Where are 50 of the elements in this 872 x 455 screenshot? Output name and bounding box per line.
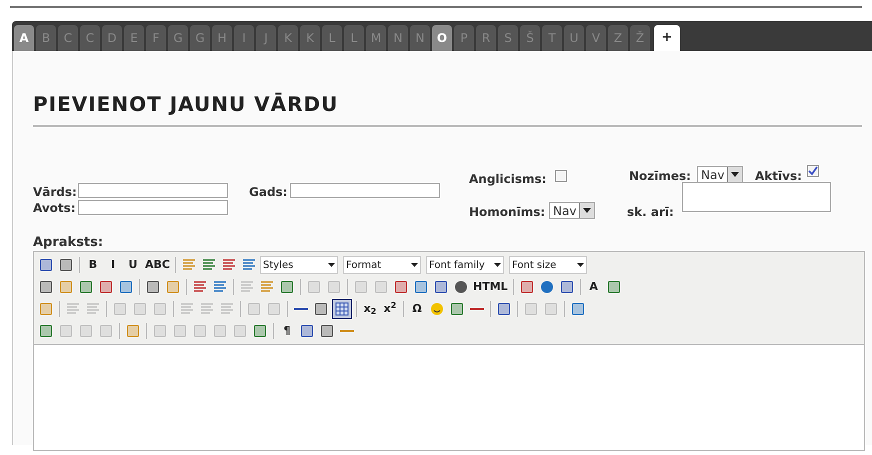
align-center-icon[interactable]: [200, 257, 217, 273]
select-dropdown[interactable]: Format: [342, 256, 421, 274]
letter-tab[interactable]: A: [14, 25, 34, 51]
toolbar-button[interactable]: x$_{2}$: [361, 300, 379, 318]
field-label: Nozīmes:: [629, 168, 691, 184]
smiley-icon[interactable]: [429, 301, 445, 317]
numbered-list-icon[interactable]: [212, 279, 228, 295]
toolbar-button[interactable]: I: [104, 256, 122, 274]
justify-icon[interactable]: [240, 257, 257, 273]
caret-icon: [583, 208, 592, 213]
toolbar-button[interactable]: Ω: [408, 300, 426, 318]
checkbox[interactable]: [807, 165, 819, 177]
select-dropdown[interactable]: Nav: [549, 202, 596, 219]
field-label: Avots:: [33, 200, 76, 216]
toolbar-button[interactable]: A: [584, 278, 603, 296]
indent-icon[interactable]: [259, 279, 275, 295]
add-tab[interactable]: +: [654, 25, 680, 51]
field-label: Aktīvs:: [755, 168, 802, 184]
toolbar-button[interactable]: x$^{2}$: [381, 300, 399, 318]
align-right-icon[interactable]: [220, 257, 237, 273]
select-dropdown[interactable]: Styles: [260, 256, 338, 274]
checkbox[interactable]: [555, 170, 567, 182]
toolbar-button[interactable]: U: [124, 256, 142, 274]
field-label: Anglicisms:: [469, 171, 546, 187]
field-label: Apraksts:: [33, 235, 104, 251]
toolbar-button[interactable]: HTML: [472, 278, 509, 296]
field-label: Gads:: [249, 184, 288, 200]
toolbar-button[interactable]: ¶: [278, 322, 296, 340]
toolbar-button[interactable]: B: [84, 256, 102, 274]
page-heading: PIEVIENOT JAUNU VĀRDU: [33, 51, 862, 127]
field-label: sk. arī:: [627, 204, 674, 220]
input-field[interactable]: [290, 183, 440, 198]
caret-icon: [410, 263, 418, 267]
grid-button[interactable]: [332, 299, 352, 319]
field-label: Homonīms:: [469, 204, 546, 220]
input-field[interactable]: [78, 183, 228, 198]
caret-icon: [731, 172, 740, 177]
caret-icon: [494, 263, 501, 267]
select-dropdown[interactable]: Nav: [697, 166, 744, 183]
input-field[interactable]: [78, 200, 228, 215]
letter-tab[interactable]: O: [432, 25, 452, 51]
align-left-icon[interactable]: [180, 257, 197, 273]
text-area[interactable]: [682, 182, 831, 212]
bullet-list-icon[interactable]: [192, 279, 208, 295]
field-label: Vārds:: [33, 184, 77, 200]
caret-icon: [328, 263, 335, 267]
toolbar-button[interactable]: ABC: [144, 256, 171, 274]
select-dropdown[interactable]: Font family: [426, 256, 504, 274]
caret-icon: [576, 263, 584, 267]
select-dropdown[interactable]: Font size: [508, 256, 587, 274]
